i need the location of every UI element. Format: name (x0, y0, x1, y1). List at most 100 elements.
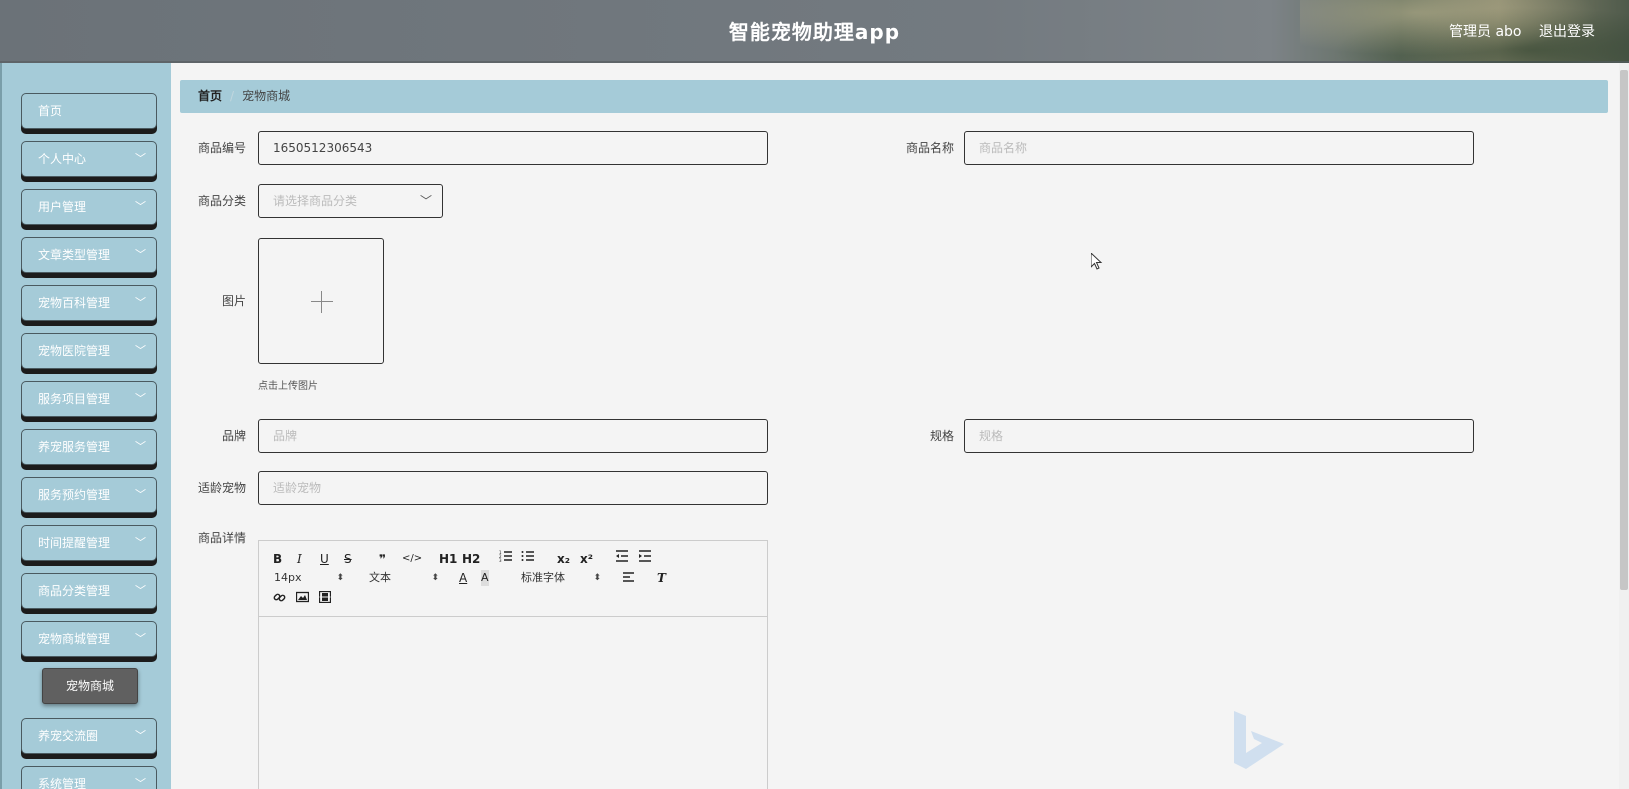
sidebar-item-label: 首页 (38, 104, 63, 118)
sidebar-item-label: 个人中心 (38, 152, 87, 166)
heading2-button[interactable]: H2 (462, 551, 480, 567)
chevron-down-icon: ﹀ (135, 536, 146, 549)
image-upload[interactable] (258, 238, 384, 364)
breadcrumb-home[interactable]: 首页 (198, 89, 222, 103)
chevron-down-icon: ﹀ (135, 632, 146, 645)
app-title: 智能宠物助理app (728, 20, 901, 44)
up-down-arrow-icon: ⬍ (593, 573, 601, 583)
current-user: 管理员 abo (1449, 24, 1522, 40)
logout-link[interactable]: 退出登录 (1539, 21, 1595, 41)
product-category-select[interactable]: 请选择商品分类 ﹀ (258, 184, 443, 218)
font-family-value: 标准字体 (521, 571, 565, 584)
chevron-down-icon: ﹀ (135, 248, 146, 261)
sidebar-item-pet-encyclopedia[interactable]: 宠物百科管理 ﹀ (21, 285, 157, 321)
spec-input[interactable] (964, 419, 1474, 453)
sidebar-item-system[interactable]: 系统管理 ﹀ (21, 766, 157, 789)
sidebar-item-pet-hospital[interactable]: 宠物医院管理 ﹀ (21, 333, 157, 369)
font-family-select[interactable]: 标准字体 ⬍ (521, 570, 601, 586)
page-scrollbar-thumb[interactable] (1620, 70, 1628, 590)
product-category-label: 商品分类 (197, 194, 246, 208)
heading1-button[interactable]: H1 (439, 551, 457, 567)
text-style-select[interactable]: 文本 ⬍ (369, 570, 439, 586)
mouse-cursor-icon (1091, 253, 1103, 270)
image-label: 图片 (221, 294, 246, 308)
chevron-down-icon: ﹀ (135, 777, 146, 789)
sidebar-item-label: 宠物商城管理 (38, 632, 111, 646)
chevron-down-icon: ﹀ (419, 194, 432, 208)
clear-format-icon[interactable]: T (657, 570, 666, 586)
sidebar-item-label: 宠物医院管理 (38, 344, 111, 358)
product-code-input[interactable] (258, 131, 768, 165)
sidebar-subitem-pet-mall[interactable]: 宠物商城 (42, 668, 138, 704)
sidebar-item-label: 服务项目管理 (38, 392, 111, 406)
align-icon[interactable] (623, 571, 635, 587)
bullet-list-icon[interactable] (521, 549, 535, 567)
sidebar-item-label: 宠物百科管理 (38, 296, 111, 310)
sidebar-item-label: 系统管理 (38, 777, 87, 789)
video-icon[interactable] (318, 590, 332, 607)
sidebar-item-pet-community[interactable]: 养宠交流圈 ﹀ (21, 718, 157, 754)
watermark-logo-icon (1234, 711, 1284, 769)
select-placeholder: 请选择商品分类 (273, 194, 358, 208)
sidebar-item-label: 服务预约管理 (38, 488, 111, 502)
up-down-arrow-icon: ⬍ (336, 573, 344, 583)
breadcrumb-current: 宠物商城 (242, 89, 291, 103)
indent-icon[interactable] (638, 549, 652, 567)
italic-button[interactable]: I (297, 551, 302, 567)
breadcrumb: 首页 / 宠物商城 (180, 80, 1608, 113)
strike-button[interactable]: S (344, 551, 352, 567)
pet-age-input[interactable] (258, 471, 768, 505)
pet-age-label: 适龄宠物 (197, 481, 246, 495)
product-name-label: 商品名称 (905, 141, 954, 155)
sidebar: 首页 个人中心 ﹀ 用户管理 ﹀ 文章类型管理 ﹀ 宠物百科管理 ﹀ 宠物医院管理 ﹀ 服… (0, 63, 171, 789)
product-detail-label: 商品详情 (197, 531, 246, 545)
sidebar-item-service-items[interactable]: 服务项目管理 ﹀ (21, 381, 157, 417)
underline-button[interactable]: U (320, 551, 329, 567)
subscript-button[interactable]: x₂ (557, 551, 570, 567)
svg-text:3: 3 (499, 558, 502, 563)
outdent-icon[interactable] (615, 549, 629, 567)
product-name-input[interactable] (964, 131, 1474, 165)
chevron-down-icon: ﹀ (135, 488, 146, 501)
sidebar-item-reminders[interactable]: 时间提醒管理 ﹀ (21, 525, 157, 561)
ordered-list-icon[interactable]: 123 (499, 549, 513, 567)
sidebar-item-label: 养宠服务管理 (38, 440, 111, 454)
sidebar-item-label: 文章类型管理 (38, 248, 111, 262)
background-color-icon[interactable]: A (481, 570, 489, 586)
sidebar-item-product-categories[interactable]: 商品分类管理 ﹀ (21, 573, 157, 609)
font-color-icon[interactable]: A (459, 570, 467, 586)
sidebar-item-appointments[interactable]: 服务预约管理 ﹀ (21, 477, 157, 513)
font-size-value: 14px (274, 571, 302, 584)
bold-button[interactable]: B (273, 551, 282, 567)
chevron-down-icon: ﹀ (135, 729, 146, 742)
sidebar-item-pet-care-service[interactable]: 养宠服务管理 ﹀ (21, 429, 157, 465)
sidebar-item-home[interactable]: 首页 (21, 93, 157, 129)
upload-hint: 点击上传图片 (258, 381, 318, 392)
chevron-down-icon: ﹀ (135, 584, 146, 597)
sidebar-item-label: 用户管理 (38, 200, 87, 214)
blockquote-button[interactable]: ❞ (379, 551, 386, 567)
brand-input[interactable] (258, 419, 768, 453)
chevron-down-icon: ﹀ (135, 152, 146, 165)
sidebar-item-users[interactable]: 用户管理 ﹀ (21, 189, 157, 225)
up-down-arrow-icon: ⬍ (431, 573, 439, 583)
chevron-down-icon: ﹀ (135, 200, 146, 213)
product-code-label: 商品编号 (197, 141, 246, 155)
rich-text-editor: B I U S ❞ </> H1 H2 123 x₂ x² 14px ⬍ 文本 ⬍ … (258, 540, 768, 789)
sidebar-item-article-types[interactable]: 文章类型管理 ﹀ (21, 237, 157, 273)
editor-content-area[interactable] (259, 618, 767, 789)
sidebar-item-label: 商品分类管理 (38, 584, 111, 598)
chevron-down-icon: ﹀ (135, 296, 146, 309)
superscript-button[interactable]: x² (580, 551, 593, 567)
spec-label: 规格 (929, 429, 954, 443)
text-style-value: 文本 (369, 571, 391, 584)
image-icon[interactable] (295, 591, 310, 607)
chevron-down-icon: ﹀ (135, 344, 146, 357)
link-icon[interactable] (273, 591, 286, 608)
sidebar-item-pet-mall[interactable]: 宠物商城管理 ﹀ (21, 621, 157, 657)
editor-toolbar: B I U S ❞ </> H1 H2 123 x₂ x² 14px ⬍ 文本 ⬍ … (259, 541, 767, 617)
sidebar-item-personal-center[interactable]: 个人中心 ﹀ (21, 141, 157, 177)
chevron-down-icon: ﹀ (135, 440, 146, 453)
code-block-button[interactable]: </> (402, 551, 422, 567)
font-size-select[interactable]: 14px ⬍ (274, 570, 344, 586)
